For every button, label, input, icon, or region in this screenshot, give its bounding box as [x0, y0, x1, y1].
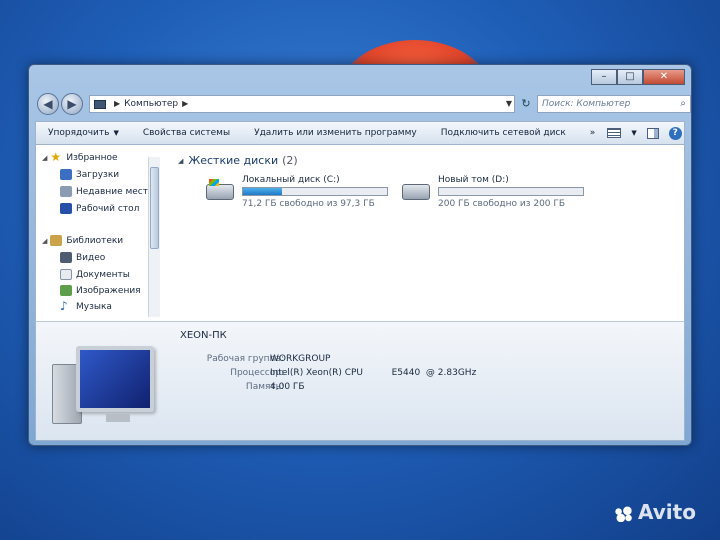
- nav-desktop-label: Рабочий стол: [76, 203, 140, 214]
- close-button[interactable]: ✕: [643, 69, 685, 85]
- nav-documents[interactable]: Документы: [60, 269, 130, 280]
- map-network-drive-button[interactable]: Подключить сетевой диск: [429, 128, 578, 138]
- computer-icon: [94, 99, 106, 109]
- nav-downloads-label: Загрузки: [76, 169, 120, 180]
- drive-icon: [402, 184, 430, 200]
- breadcrumb-arrow-icon: ▶: [114, 99, 121, 108]
- uninstall-program-button[interactable]: Удалить или изменить программу: [242, 128, 429, 138]
- nav-desktop[interactable]: Рабочий стол: [60, 203, 139, 214]
- maximize-button[interactable]: □: [617, 69, 643, 85]
- monitor-icon: [76, 346, 154, 422]
- desktop-icon: [60, 203, 72, 214]
- scrollbar-thumb[interactable]: [150, 167, 159, 249]
- drive-free-space: 200 ГБ свободно из 200 ГБ: [438, 199, 566, 209]
- breadcrumb-arrow-icon[interactable]: ▶: [182, 96, 188, 112]
- search-input[interactable]: Поиск: Компьютер ⌕: [537, 95, 691, 113]
- address-bar[interactable]: ▶ Компьютер ▶ ▼: [89, 95, 515, 113]
- collapse-icon[interactable]: ◢: [178, 157, 183, 165]
- back-button[interactable]: ◀: [37, 93, 59, 115]
- content-area: ◢ ★ Избранное Загрузки Недавние места Ра…: [35, 145, 685, 321]
- navigation-pane: ◢ ★ Избранное Загрузки Недавние места Ра…: [36, 145, 160, 321]
- nav-music[interactable]: ♪ Музыка: [60, 299, 112, 313]
- nav-video-label: Видео: [76, 252, 106, 263]
- address-row: ◀ ▶ ▶ Компьютер ▶ ▼ ↻ Поиск: Компьютер ⌕: [35, 91, 691, 117]
- star-icon: ★: [50, 150, 62, 164]
- details-pane: XEON-ПК Рабочая группа: WORKGROUP Процес…: [35, 321, 685, 441]
- explorer-window: – □ ✕ ◀ ▶ ▶ Компьютер ▶ ▼ ↻ Поиск: Компь…: [28, 64, 692, 446]
- computer-name: XEON-ПК: [180, 330, 227, 341]
- search-icon[interactable]: ⌕: [680, 96, 686, 112]
- libraries-icon: [50, 235, 63, 246]
- nav-downloads[interactable]: Загрузки: [60, 169, 119, 180]
- group-title: Жесткие диски: [188, 154, 279, 167]
- toolbar-right: ▼ ?: [607, 126, 689, 140]
- refresh-button[interactable]: ↻: [519, 95, 533, 113]
- documents-icon: [60, 269, 72, 280]
- nav-favorites[interactable]: ◢ ★ Избранное: [42, 150, 118, 164]
- nav-pictures[interactable]: Изображения: [60, 285, 141, 296]
- drives-view: ◢ Жесткие диски (2) Локальный диск (C:) …: [166, 145, 684, 321]
- nav-video[interactable]: Видео: [60, 252, 105, 263]
- nav-scrollbar[interactable]: [148, 157, 160, 317]
- breadcrumb-computer[interactable]: Компьютер: [124, 96, 178, 112]
- more-commands-button[interactable]: »: [578, 128, 608, 138]
- watermark-text: Avito: [638, 500, 696, 524]
- nav-libraries[interactable]: ◢ Библиотеки: [42, 235, 123, 246]
- nav-recent-label: Недавние места: [76, 186, 154, 197]
- caption-buttons: – □ ✕: [591, 69, 685, 85]
- avito-watermark: Avito: [612, 500, 696, 524]
- preview-pane-icon[interactable]: [646, 127, 659, 139]
- forward-button[interactable]: ▶: [61, 93, 83, 115]
- collapse-icon[interactable]: ◢: [42, 237, 47, 245]
- group-count: (2): [282, 154, 298, 167]
- drive-d[interactable]: Новый том (D:) 200 ГБ свободно из 200 ГБ: [402, 175, 602, 215]
- drive-usage-fill: [243, 188, 282, 195]
- search-placeholder: Поиск: Компьютер: [542, 99, 631, 109]
- organize-button[interactable]: Упорядочить ▼: [36, 128, 131, 138]
- chevron-down-icon: ▼: [113, 129, 119, 137]
- address-dropdown-icon[interactable]: ▼: [506, 96, 512, 112]
- help-icon[interactable]: ?: [668, 126, 682, 140]
- music-icon: ♪: [60, 299, 68, 313]
- drive-usage-bar: [438, 187, 584, 196]
- drive-c[interactable]: Локальный диск (C:) 71,2 ГБ свободно из …: [206, 175, 406, 215]
- command-bar: Упорядочить ▼ Свойства системы Удалить ил…: [35, 121, 685, 145]
- system-drive-icon: [206, 179, 234, 200]
- workgroup-value: WORKGROUP: [270, 354, 331, 364]
- nav-recent-places[interactable]: Недавние места: [60, 186, 154, 197]
- monitor-stand: [106, 414, 130, 422]
- cpu-value: Intel(R) Xeon(R) CPU E5440 @ 2.83GHz: [270, 368, 477, 378]
- nav-documents-label: Документы: [76, 269, 130, 280]
- recent-places-icon: [60, 186, 72, 197]
- drive-free-space: 71,2 ГБ свободно из 97,3 ГБ: [242, 199, 375, 209]
- system-properties-button[interactable]: Свойства системы: [131, 128, 242, 138]
- view-dropdown-icon[interactable]: ▼: [631, 129, 636, 137]
- nav-favorites-label: Избранное: [66, 152, 118, 163]
- drive-name: Новый том (D:): [438, 175, 509, 185]
- nav-music-label: Музыка: [76, 301, 112, 312]
- drive-name: Локальный диск (C:): [242, 175, 340, 185]
- minimize-button[interactable]: –: [591, 69, 617, 85]
- nav-pictures-label: Изображения: [76, 285, 141, 296]
- organize-label: Упорядочить: [48, 128, 110, 138]
- ram-value: 4,00 ГБ: [270, 382, 305, 392]
- collapse-icon[interactable]: ◢: [42, 154, 47, 162]
- change-view-icon[interactable]: [607, 128, 622, 138]
- hard-drives-group-header[interactable]: ◢ Жесткие диски (2): [178, 154, 298, 167]
- pictures-icon: [60, 285, 72, 296]
- nav-libraries-label: Библиотеки: [66, 235, 124, 246]
- avito-logo-icon: [612, 505, 634, 522]
- drive-usage-bar: [242, 187, 388, 196]
- downloads-folder-icon: [60, 169, 72, 180]
- video-icon: [60, 252, 72, 263]
